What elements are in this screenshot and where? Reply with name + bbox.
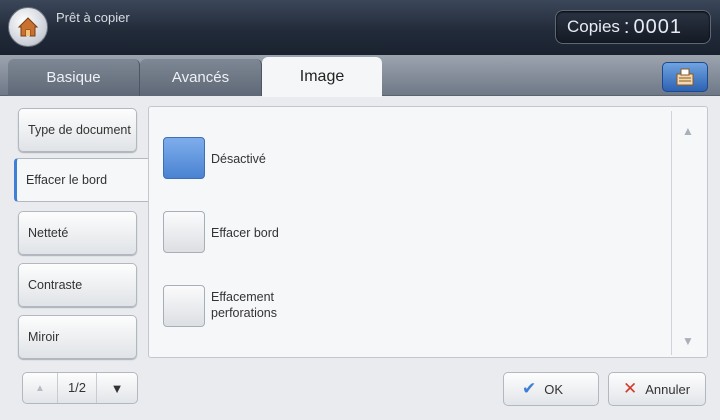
cancel-button[interactable]: ✕ Annuler: [608, 372, 706, 406]
check-icon: ✔: [522, 379, 537, 398]
tab-bar: Basique Avancés Image: [0, 55, 720, 97]
screen-title: Prêt à copier: [56, 10, 130, 25]
tab-avances[interactable]: Avancés: [140, 59, 262, 96]
copies-value: 0001: [633, 15, 682, 38]
sidebar-item-nettete[interactable]: Netteté: [18, 211, 137, 255]
page-navigator: ▲ 1/2 ▼: [22, 372, 138, 404]
cancel-label: Annuler: [645, 381, 691, 397]
sidebar-item-effacer-bord[interactable]: Effacer le bord: [14, 158, 154, 202]
sidebar-item-contraste[interactable]: Contraste: [18, 263, 137, 307]
job-status-button[interactable]: [662, 62, 708, 92]
page-up-icon[interactable]: ▲: [23, 383, 57, 394]
option-desactive-label: Désactivé: [211, 152, 266, 166]
copies-separator: :: [623, 15, 630, 38]
option-effacement-perforations-label: Effacement perforations: [211, 290, 278, 320]
options-panel: Désactivé Effacer bord Effacement perfor…: [148, 106, 708, 358]
copies-label: Copies: [567, 17, 620, 36]
scroll-up-icon[interactable]: ▲: [675, 115, 701, 147]
sidebar-item-miroir[interactable]: Miroir: [18, 315, 137, 359]
cancel-x-icon: ✕: [623, 379, 638, 398]
tab-basique[interactable]: Basique: [8, 59, 140, 96]
tab-image[interactable]: Image: [262, 57, 382, 97]
ok-label: OK: [544, 381, 564, 397]
home-icon: [17, 17, 39, 37]
copies-counter[interactable]: Copies : 0001: [555, 10, 711, 44]
option-desactive-button[interactable]: [163, 137, 205, 179]
scroll-down-icon[interactable]: ▼: [675, 325, 701, 357]
options-scrollbar[interactable]: ▲ ▼: [671, 111, 703, 355]
page-down-icon[interactable]: ▼: [97, 381, 137, 396]
ok-button[interactable]: ✔ OK: [503, 372, 599, 406]
option-effacer-bord-label: Effacer bord: [211, 226, 279, 240]
top-bar: Prêt à copier Copies : 0001: [0, 0, 720, 55]
page-indicator: 1/2: [57, 373, 97, 403]
home-button[interactable]: [8, 7, 48, 47]
job-status-icon: [676, 68, 694, 86]
sidebar-item-type-document[interactable]: Type de document: [18, 108, 137, 152]
option-effacement-perforations-button[interactable]: [163, 285, 205, 327]
option-effacer-bord-button[interactable]: [163, 211, 205, 253]
